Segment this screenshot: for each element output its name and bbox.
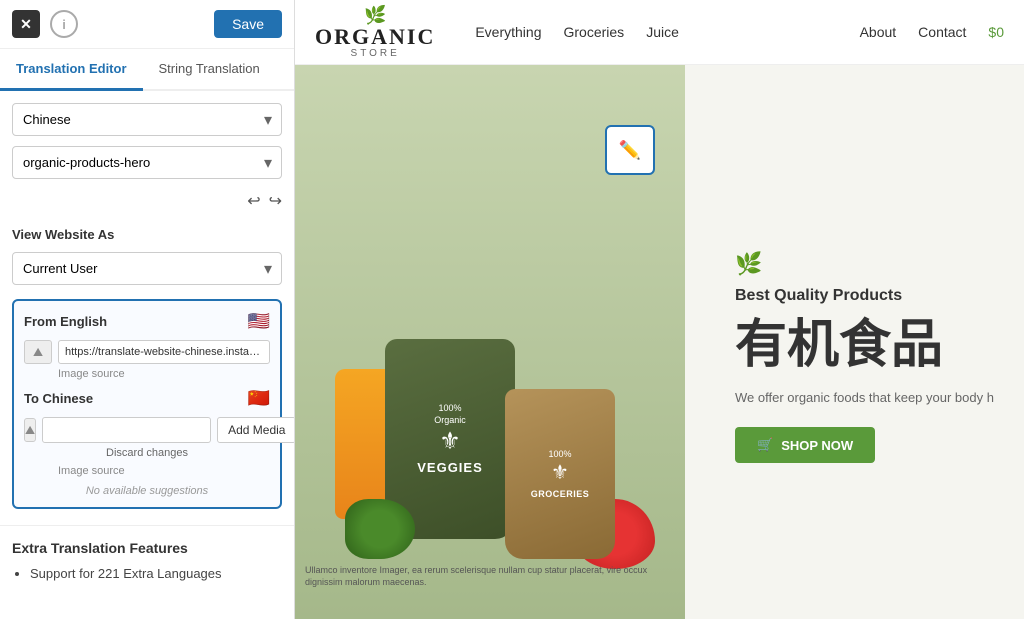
nav-right: About Contact $0 [860,24,1004,40]
no-suggestions: No available suggestions [24,485,270,497]
discard-changes-link[interactable]: Discard changes [24,447,270,459]
add-media-button[interactable]: Add Media [217,417,295,443]
nav-price: $0 [988,24,1004,40]
hero-content: 🌿 Best Quality Products 有机食品 We offer or… [685,65,1024,619]
template-select[interactable]: organic-products-hero home-page [12,146,282,179]
logo-text-bottom: STORE [351,48,400,59]
close-button[interactable]: ✕ [12,10,40,38]
to-chinese-input-row: ⛰ Add Media [24,417,270,443]
cn-flag: 🇨🇳 [248,388,270,409]
language-select-wrap: Chinese Spanish French [12,103,282,136]
edit-icon-box[interactable]: ✏️ [605,125,655,175]
extra-features-list: Support for 221 Extra Languages [12,566,282,581]
grocery-bag-badge: 100% [548,449,571,461]
tab-string-translation[interactable]: String Translation [143,49,276,91]
current-user-select[interactable]: Current User Guest Admin [12,252,282,285]
veggie-bag-badge: 100%Organic [434,403,466,426]
img-source-caption-to: Image source [58,465,270,477]
wreath-icon: ⚜ [439,427,461,456]
tabs: Translation Editor String Translation [0,49,294,91]
view-website-label: View Website As [12,227,282,242]
img-icon-from: ⛰ [24,340,52,364]
hero-description: We offer organic foods that keep your bo… [735,388,994,408]
language-select[interactable]: Chinese Spanish French [12,103,282,136]
leaf-decoration-icon: 🌿 [735,251,994,277]
tab-translation-editor[interactable]: Translation Editor [0,49,143,91]
right-panel: 🌿 ORGANIC STORE Everything Groceries Jui… [295,0,1024,619]
img-source-caption-from: Image source [58,368,270,380]
img-url-input[interactable] [58,340,270,364]
from-english-label: From English [24,314,107,329]
veggie-bag-label: VEGGIES [417,460,483,475]
to-chinese-label: To Chinese [24,391,93,406]
hero-chinese-title: 有机食品 [735,317,994,374]
extra-feature-item: Support for 221 Extra Languages [30,566,282,581]
left-panel: ✕ i Save Translation Editor String Trans… [0,0,295,619]
grocery-wreath-icon: ⚜ [551,460,569,485]
current-user-select-wrap: Current User Guest Admin [12,252,282,285]
nav-link-groceries[interactable]: Groceries [564,24,625,40]
top-bar: ✕ i Save [0,0,294,49]
nav-link-juice[interactable]: Juice [646,24,679,40]
back-button[interactable]: ↩ [247,191,260,211]
us-flag: 🇺🇸 [248,311,270,332]
nav-link-contact[interactable]: Contact [918,24,966,40]
info-button[interactable]: i [50,10,78,38]
site-logo: 🌿 ORGANIC STORE [315,5,435,59]
translation-box: From English 🇺🇸 ⛰ Image source To Chines… [12,299,282,509]
img-source-row-from: ⛰ [24,340,270,364]
hero-section: ✏️ 100%Organic ⚜ VEGGIES 100% ⚜ GROCERIE… [295,65,1024,619]
to-chinese-input[interactable] [42,417,211,443]
to-chinese-header: To Chinese 🇨🇳 [24,388,270,409]
panel-body: Chinese Spanish French organic-products-… [0,91,294,521]
hero-subtitle: Best Quality Products [735,287,994,305]
shop-btn-label: SHOP NOW [781,438,853,453]
nav-links: Everything Groceries Juice [475,24,679,40]
logo-text-top: ORGANIC [315,26,435,48]
template-select-wrap: organic-products-hero home-page [12,146,282,179]
nav-link-about[interactable]: About [860,24,897,40]
forward-button[interactable]: ↪ [269,191,282,211]
shop-now-button[interactable]: 🛒 SHOP NOW [735,427,875,463]
site-nav: 🌿 ORGANIC STORE Everything Groceries Jui… [295,0,1024,65]
grocery-bag: 100% ⚜ GROCERIES [505,389,615,559]
cart-icon: 🛒 [757,437,773,453]
nav-link-everything[interactable]: Everything [475,24,541,40]
extra-features-title: Extra Translation Features [12,540,282,556]
extra-features: Extra Translation Features Support for 2… [0,525,294,595]
logo-leaf-icon: 🌿 [364,5,386,26]
arrow-buttons: ↩ ↪ [12,189,282,213]
edit-pencil-icon: ✏️ [619,140,641,161]
grocery-bag-label: GROCERIES [531,489,590,499]
img-icon-to: ⛰ [24,418,36,442]
image-overlay-text: Ullamco inventore Imager, ea rerum scele… [305,564,675,589]
herbs [345,499,415,559]
from-english-header: From English 🇺🇸 [24,311,270,332]
hero-image-area: ✏️ 100%Organic ⚜ VEGGIES 100% ⚜ GROCERIE… [295,65,685,619]
save-button[interactable]: Save [214,10,282,38]
